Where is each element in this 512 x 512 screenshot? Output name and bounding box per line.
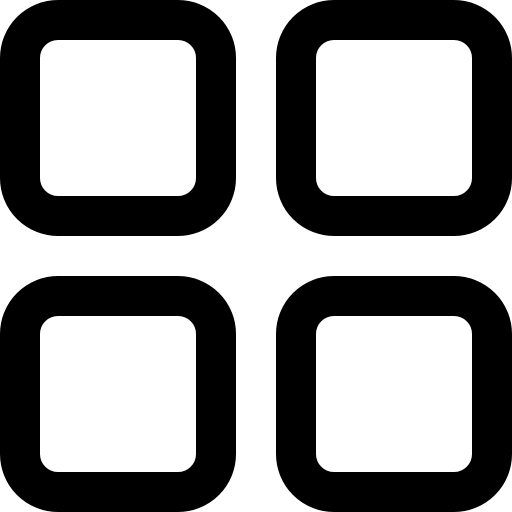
grid-tile-top-right-icon bbox=[276, 0, 512, 236]
grid-icon bbox=[0, 0, 512, 512]
grid-tile-bottom-left-icon bbox=[0, 276, 236, 512]
grid-tile-top-left-icon bbox=[0, 0, 236, 236]
grid-icon-svg bbox=[0, 0, 512, 512]
grid-tile-bottom-right-icon bbox=[276, 276, 512, 512]
